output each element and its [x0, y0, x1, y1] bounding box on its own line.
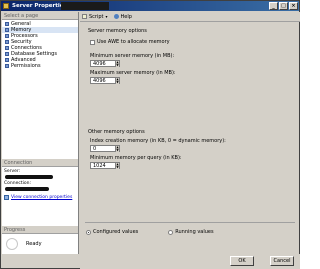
query-memory-label: Minimum memory per query (in KB):: [90, 155, 182, 161]
running-values-radio[interactable]: [168, 229, 174, 235]
awe-label: Use AWE to allocate memory: [97, 39, 170, 45]
other-memory-options: Other memory options Index creation memo…: [85, 127, 295, 169]
spin-down-icon[interactable]: ▼: [116, 149, 119, 152]
min-memory-stepper[interactable]: 4096 ▲ ▼: [90, 60, 120, 67]
progress-header: Progress: [2, 226, 78, 234]
running-values-label: Running values: [175, 229, 214, 235]
script-icon: [82, 14, 87, 19]
help-icon: [113, 14, 119, 19]
maximize-button[interactable]: □: [279, 2, 288, 10]
chevron-down-icon[interactable]: ▾: [106, 14, 108, 19]
server-label: Server:: [4, 169, 21, 174]
progress-spinner-icon: [6, 238, 18, 250]
configured-values-option[interactable]: Configured values: [86, 229, 138, 235]
server-memory-options-title: Server memory options: [88, 28, 147, 34]
min-memory-label: Minimum server memory (in MB):: [90, 53, 175, 59]
connection-section: Connection Server: Connection: View conn…: [2, 159, 78, 223]
page-icon: [5, 45, 9, 50]
select-page-header: Select a page: [2, 12, 78, 20]
title-bar: Server Properties _ □ ×: [1, 1, 299, 11]
app-icon: [3, 3, 9, 9]
spin-down-icon[interactable]: ▼: [116, 81, 119, 84]
awe-option[interactable]: Use AWE to allocate memory: [90, 39, 295, 45]
query-memory-stepper[interactable]: 1024 ▲ ▼: [90, 162, 120, 169]
page-icon: [5, 57, 9, 62]
view-connection-properties-link[interactable]: View connection properties: [2, 195, 78, 200]
max-memory-label: Maximum server memory (in MB):: [90, 70, 176, 76]
page-icon: [5, 51, 9, 56]
connection-header: Connection: [2, 159, 78, 167]
dialog-footer: OK Cancel: [80, 254, 300, 269]
spin-down-icon[interactable]: ▼: [116, 166, 119, 169]
page-icon: [5, 39, 9, 44]
index-memory-label: Index creation memory (in KB, 0 = dynami…: [90, 138, 226, 144]
configured-values-radio[interactable]: [86, 229, 91, 235]
awe-checkbox[interactable]: [90, 39, 95, 45]
spin-down-icon[interactable]: ▼: [116, 64, 119, 67]
running-values-option[interactable]: Running values: [168, 229, 214, 235]
left-pane: Select a page General Memory Processors …: [2, 12, 79, 254]
other-memory-options-title: Other memory options: [88, 129, 145, 135]
toolbar: Script ▾ Help: [80, 12, 300, 22]
window-title: Server Properties: [12, 3, 67, 9]
help-button[interactable]: Help: [113, 14, 132, 20]
page-icon: [5, 27, 9, 32]
max-memory-stepper[interactable]: 4096 ▲ ▼: [90, 77, 120, 84]
page-list: General Memory Processors Security Conne…: [2, 20, 78, 69]
minimize-button[interactable]: _: [269, 2, 278, 10]
close-button[interactable]: ×: [289, 2, 298, 10]
cancel-button[interactable]: Cancel: [270, 256, 294, 266]
page-icon: [5, 21, 9, 26]
redacted-server-value: [5, 175, 53, 179]
server-properties-dialog: Server Properties _ □ × Select a page Ge…: [0, 0, 300, 269]
redacted-server-name: [61, 2, 109, 10]
script-button[interactable]: Script ▾: [82, 14, 110, 20]
ready-status: Ready: [26, 241, 42, 247]
value-mode-radios: Configured values Running values: [86, 229, 286, 235]
page-icon: [5, 33, 9, 38]
progress-section: Progress Ready: [2, 226, 78, 254]
connection-label: Connection:: [4, 181, 31, 186]
memory-page: Server memory options Use AWE to allocat…: [81, 23, 299, 253]
ok-button[interactable]: OK: [230, 256, 254, 266]
index-memory-stepper[interactable]: 0 ▲ ▼: [90, 145, 120, 152]
configured-values-label: Configured values: [93, 229, 139, 235]
page-permissions[interactable]: Permissions: [2, 63, 78, 69]
properties-icon: [4, 195, 9, 200]
redacted-connection-value: [5, 187, 49, 191]
divider: [85, 222, 295, 223]
page-icon: [5, 63, 9, 68]
